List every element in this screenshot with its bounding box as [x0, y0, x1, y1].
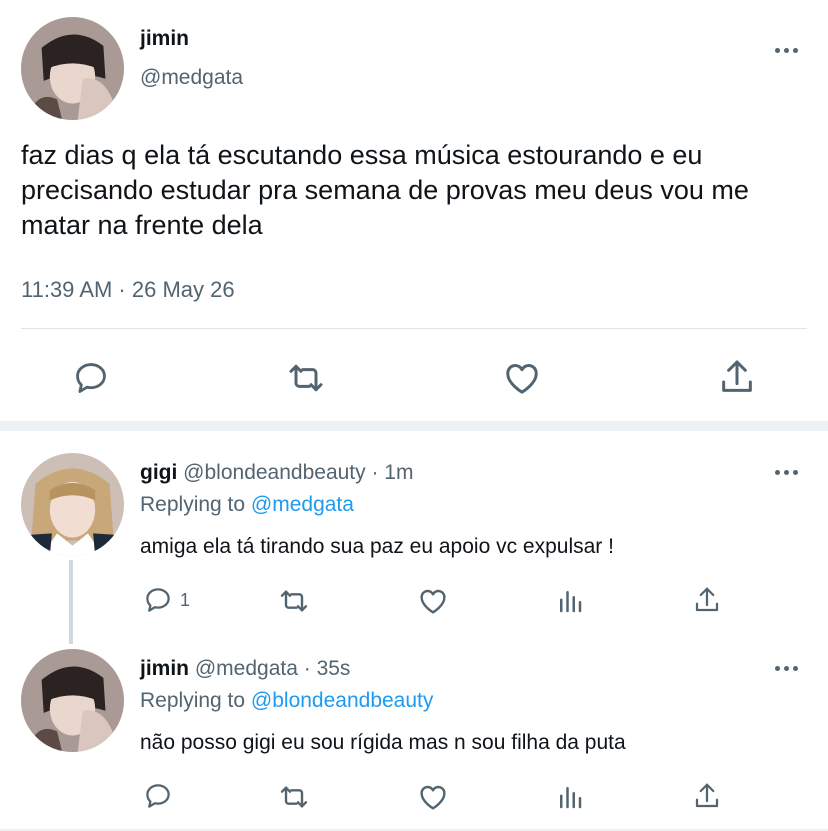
tweet-timestamp[interactable]: 11:39 AM · 26 May 26: [21, 277, 235, 303]
avatar-image: [21, 649, 124, 752]
replying-to: Replying to @blondeandbeauty: [140, 689, 433, 713]
avatar[interactable]: [21, 649, 124, 752]
author-name[interactable]: gigi: [140, 461, 177, 484]
more-options-button[interactable]: [771, 466, 801, 478]
dot-icon: [774, 665, 780, 671]
dot-icon: [774, 47, 780, 53]
reply-icon[interactable]: [143, 781, 173, 811]
avatar[interactable]: [21, 17, 124, 120]
like-icon[interactable]: [416, 781, 450, 813]
reply-header: jimin @medgata · 35s: [140, 657, 350, 681]
dot-icon: [792, 47, 798, 53]
like-icon[interactable]: [416, 585, 450, 617]
reply-text: amiga ela tá tirando sua paz eu apoio vc…: [140, 535, 614, 558]
retweet-icon[interactable]: [285, 358, 327, 398]
section-divider: [0, 421, 828, 431]
reply-count: 1: [180, 590, 191, 610]
thread-connector: [69, 560, 73, 644]
reply-icon[interactable]: [72, 359, 110, 397]
dot-icon: [774, 469, 780, 475]
author-handle[interactable]: @medgata: [195, 657, 298, 680]
author-handle[interactable]: @medgata: [140, 66, 243, 90]
tweet-text: faz dias q ela tá escutando essa música …: [21, 140, 749, 240]
dot-icon: [792, 469, 798, 475]
replying-to: Replying to @medgata: [140, 493, 354, 517]
retweet-icon[interactable]: [277, 781, 311, 813]
avatar[interactable]: [21, 453, 124, 556]
author-name[interactable]: jimin: [140, 27, 189, 51]
dot-icon: [792, 665, 798, 671]
analytics-icon[interactable]: [555, 586, 585, 616]
share-icon[interactable]: [717, 357, 757, 397]
retweet-icon[interactable]: [277, 585, 311, 617]
dot-icon: [783, 47, 789, 53]
more-options-button[interactable]: [771, 44, 801, 56]
author-name[interactable]: jimin: [140, 657, 189, 680]
like-icon[interactable]: [501, 358, 543, 398]
share-icon[interactable]: [692, 584, 722, 616]
reply-time[interactable]: · 35s: [304, 657, 351, 680]
reply-icon[interactable]: [143, 585, 173, 615]
avatar-image: [21, 17, 124, 120]
reply-time[interactable]: · 1m: [371, 461, 413, 484]
replying-to-link[interactable]: @blondeandbeauty: [251, 689, 433, 712]
divider: [21, 328, 807, 329]
dot-icon: [783, 665, 789, 671]
avatar-image: [21, 453, 124, 556]
reply-text: não posso gigi eu sou rígida mas n sou f…: [140, 731, 626, 754]
dot-icon: [783, 469, 789, 475]
replying-to-label: Replying to: [140, 493, 246, 516]
replying-to-link[interactable]: @medgata: [251, 493, 354, 516]
author-handle[interactable]: @blondeandbeauty: [183, 461, 365, 484]
more-options-button[interactable]: [771, 662, 801, 674]
analytics-icon[interactable]: [555, 782, 585, 812]
reply-header: gigi @blondeandbeauty · 1m: [140, 461, 413, 485]
replying-to-label: Replying to: [140, 689, 246, 712]
share-icon[interactable]: [692, 780, 722, 812]
